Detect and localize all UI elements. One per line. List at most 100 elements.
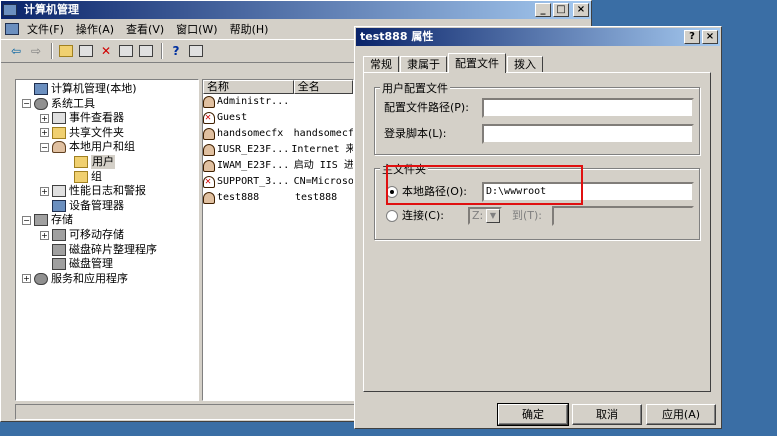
tree-item[interactable]: + 性能日志和警报 (40, 184, 146, 198)
expand-icon[interactable]: + (40, 128, 49, 138)
collapse-icon[interactable]: − (40, 142, 49, 152)
expand-icon[interactable]: + (22, 274, 31, 284)
tree-item[interactable]: + 可移动存储 (40, 228, 124, 242)
properties-icon[interactable] (117, 42, 135, 60)
tree-item[interactable]: − 系统工具 (22, 97, 95, 111)
user-icon (203, 144, 215, 156)
show-tree-icon[interactable] (77, 42, 95, 60)
user-name-cell: IUSR_E23F... (203, 142, 291, 158)
dialog-close-button[interactable]: × (702, 30, 718, 44)
user-name-cell: IWAM_E23F... (203, 158, 294, 174)
menu-view[interactable]: 查看(V) (126, 21, 164, 37)
connect-radio[interactable] (386, 210, 398, 222)
tab-dial-in[interactable]: 拨入 (507, 56, 543, 73)
connect-label[interactable]: 连接(C): (402, 209, 444, 223)
user-name-cell: test888 (203, 190, 295, 206)
mmc-icon[interactable] (187, 42, 205, 60)
dialog-titlebar[interactable]: test888 属性 ? × (356, 28, 720, 46)
tree-item-label: 可移动存储 (69, 228, 124, 241)
user-row[interactable]: IWAM_E23F... 启动 IIS 进 (203, 158, 353, 174)
disk-mgmt-icon (52, 258, 66, 271)
up-folder-icon[interactable] (57, 42, 75, 60)
dialog-help-button[interactable]: ? (684, 30, 700, 44)
ok-button[interactable]: 确定 (497, 403, 569, 426)
user-icon (203, 128, 215, 140)
column-header-fullname[interactable]: 全名 (293, 80, 353, 94)
tab-profile[interactable]: 配置文件 (448, 53, 506, 73)
user-icon (203, 192, 215, 204)
cancel-button[interactable]: 取消 (572, 404, 642, 425)
delete-icon[interactable]: ✕ (97, 42, 115, 60)
expand-icon[interactable]: + (40, 186, 49, 196)
tab-general[interactable]: 常规 (363, 56, 399, 73)
perf-icon (52, 185, 66, 198)
expand-icon[interactable]: + (40, 230, 49, 240)
chevron-down-icon[interactable]: ▼ (486, 209, 500, 223)
minimize-button[interactable]: _ (535, 3, 551, 17)
user-row[interactable]: SUPPORT_3...CN=Microso (203, 174, 353, 190)
user-row[interactable]: IUSR_E23F... Internet 来 (203, 142, 353, 158)
tree-item[interactable]: 磁盘碎片整理程序 (40, 243, 157, 257)
tree-item-label: 磁盘碎片整理程序 (69, 242, 157, 256)
refresh-icon[interactable] (137, 42, 155, 60)
user-list: Administr...GuesthandsomecfxhandsomecfIU… (203, 94, 353, 206)
tree-item[interactable]: + 事件查看器 (40, 111, 124, 125)
tree-item[interactable]: 用户 (62, 155, 115, 169)
column-header-name[interactable]: 名称 (203, 80, 294, 94)
tree-item[interactable]: 设备管理器 (40, 199, 124, 213)
collapse-icon[interactable]: − (22, 99, 31, 109)
tree-item-label: 计算机管理(本地) (51, 82, 137, 95)
logon-script-input[interactable] (482, 124, 694, 144)
user-name: handsomecfx (217, 128, 284, 139)
tree-item[interactable]: − 存储 (22, 213, 73, 227)
main-titlebar[interactable]: 计算机管理 _ □ × (1, 1, 591, 19)
storage-icon (34, 214, 48, 227)
user-icon (203, 160, 215, 172)
user-row[interactable]: handsomecfx handsomecf (203, 126, 353, 142)
user-row[interactable]: Guest (203, 110, 353, 126)
apply-button[interactable]: 应用(A) (646, 404, 716, 425)
tree-item-label: 磁盘管理 (69, 257, 113, 271)
user-row[interactable]: Administr... (203, 94, 353, 110)
tree-panel[interactable]: 计算机管理(本地) − 系统工具 + 事件查看器 + 共享文件夹 − 本地用户和组 用户组 + 性能日… (15, 79, 199, 401)
tree-item[interactable]: 计算机管理(本地) (22, 82, 137, 96)
user-name: Guest (217, 112, 248, 123)
tree-item[interactable]: + 服务和应用程序 (22, 272, 128, 286)
user-name: IUSR_E23F... (217, 144, 290, 155)
tree-item[interactable]: 磁盘管理 (40, 257, 113, 271)
forward-arrow-icon[interactable]: ⇨ (27, 42, 45, 60)
user-icon (203, 96, 215, 108)
tree-item[interactable]: − 本地用户和组 (40, 140, 135, 154)
folder-open-icon (74, 156, 88, 168)
user-name: Administr... (217, 96, 290, 107)
menu-window[interactable]: 窗口(W) (176, 21, 217, 37)
status-bar (15, 404, 355, 420)
connect-to-input[interactable] (552, 206, 694, 226)
tree-item-label: 系统工具 (51, 96, 95, 110)
tab-member-of[interactable]: 隶属于 (400, 56, 447, 73)
user-name-cell: handsomecfx (203, 126, 294, 142)
drive-letter-value: Z: (472, 209, 484, 222)
tree-item[interactable]: + 共享文件夹 (40, 126, 124, 140)
maximize-button[interactable]: □ (553, 3, 569, 17)
user-row[interactable]: test888 test888 (203, 190, 353, 206)
main-window-title: 计算机管理 (24, 3, 79, 16)
menu-action[interactable]: 操作(A) (76, 21, 114, 37)
removable-storage-icon (52, 229, 66, 241)
profile-path-input[interactable] (482, 98, 694, 118)
help-icon[interactable]: ? (167, 42, 185, 60)
drive-letter-select[interactable]: Z: ▼ (468, 207, 502, 225)
collapse-icon[interactable]: − (22, 215, 31, 225)
back-arrow-icon[interactable]: ⇦ (7, 42, 25, 60)
tree-item-label: 服务和应用程序 (51, 271, 128, 285)
user-list-panel[interactable]: 名称 全名 Administr... Guest handsomecfxhandso… (202, 79, 354, 401)
logon-script-label: 登录脚本(L): (384, 127, 447, 140)
tree-item[interactable]: 组 (62, 170, 102, 184)
system-menu-icon[interactable] (5, 23, 19, 35)
expand-icon[interactable]: + (40, 113, 49, 123)
menu-help[interactable]: 帮助(H) (230, 21, 269, 37)
menu-file[interactable]: 文件(F) (27, 21, 64, 37)
close-button[interactable]: × (573, 3, 589, 17)
disabled-user-icon (203, 174, 215, 190)
defrag-icon (52, 243, 66, 256)
